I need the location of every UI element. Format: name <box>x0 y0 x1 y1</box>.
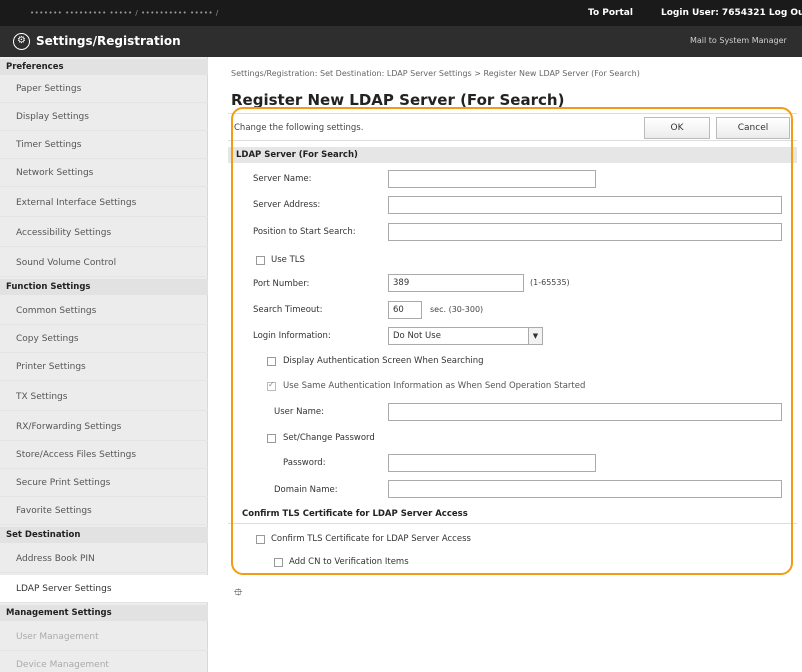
server-address-input[interactable] <box>388 196 782 214</box>
sidebar-item-timer-settings[interactable]: Timer Settings <box>0 131 208 159</box>
set-password-checkbox[interactable] <box>267 434 276 443</box>
use-tls-label: Use TLS <box>271 255 305 265</box>
search-timeout-hint: sec. (30-300) <box>430 305 484 314</box>
chevron-down-icon: ▼ <box>528 328 542 344</box>
cancel-button[interactable]: Cancel <box>716 117 790 139</box>
sidebar-item-paper-settings[interactable]: Paper Settings <box>0 75 208 103</box>
sidebar-item-tx-settings[interactable]: TX Settings <box>0 383 208 411</box>
sidebar-item-address-book-pin[interactable]: Address Book PIN <box>0 545 208 573</box>
password-label: Password: <box>283 458 326 468</box>
user-name-label: User Name: <box>274 407 325 417</box>
sidebar-item-display-settings[interactable]: Display Settings <box>0 103 208 131</box>
server-name-label: Server Name: <box>253 174 312 184</box>
settings-gear-icon: ⚙ <box>13 33 30 50</box>
server-name-input[interactable] <box>388 170 596 188</box>
sidebar-item-accessibility[interactable]: Accessibility Settings <box>0 219 208 247</box>
sidebar-section-function: Function Settings <box>0 279 208 295</box>
sidebar-item-printer-settings[interactable]: Printer Settings <box>0 353 208 381</box>
to-portal-link[interactable]: To Portal <box>588 8 633 18</box>
title-bar: ⚙ Settings/Registration Mail to System M… <box>0 26 802 57</box>
use-tls-checkbox[interactable] <box>256 256 265 265</box>
domain-name-input[interactable] <box>388 480 782 498</box>
sidebar-item-secure-print[interactable]: Secure Print Settings <box>0 469 208 497</box>
login-info-label: Login Information: <box>253 331 331 341</box>
login-info-select[interactable]: Do Not Use ▼ <box>388 327 543 345</box>
server-address-label: Server Address: <box>253 200 321 210</box>
sidebar-item-favorite-settings[interactable]: Favorite Settings <box>0 497 208 525</box>
sidebar-item-external-interface[interactable]: External Interface Settings <box>0 189 208 217</box>
set-password-label: Set/Change Password <box>283 433 375 443</box>
add-cn-label: Add CN to Verification Items <box>289 557 409 567</box>
login-user-logout[interactable]: Login User: 7654321 Log Out <box>661 8 802 18</box>
sidebar: Preferences Paper Settings Display Setti… <box>0 57 208 672</box>
instruction-text: Change the following settings. <box>234 123 364 133</box>
sidebar-item-network-settings[interactable]: Network Settings <box>0 159 208 187</box>
section-divider <box>228 523 797 524</box>
domain-name-label: Domain Name: <box>274 485 338 495</box>
confirm-tls-label: Confirm TLS Certificate for LDAP Server … <box>271 534 471 544</box>
sidebar-item-copy-settings[interactable]: Copy Settings <box>0 325 208 353</box>
use-same-auth-label: Use Same Authentication Information as W… <box>283 381 586 391</box>
sidebar-section-preferences: Preferences <box>0 59 208 75</box>
user-name-input[interactable] <box>388 403 782 421</box>
sidebar-section-management: Management Settings <box>0 605 208 621</box>
top-path: ••••••• ••••••••• ••••• / •••••••••• •••… <box>30 9 219 17</box>
login-info-value: Do Not Use <box>393 331 441 341</box>
action-row: Change the following settings. OK Cancel <box>228 113 797 141</box>
page-title: Register New LDAP Server (For Search) <box>231 91 565 109</box>
section-ldap-server: LDAP Server (For Search) <box>228 147 797 163</box>
port-number-input[interactable] <box>388 274 524 292</box>
port-number-label: Port Number: <box>253 279 310 289</box>
display-auth-label: Display Authentication Screen When Searc… <box>283 356 484 366</box>
add-cn-checkbox[interactable] <box>274 558 283 567</box>
port-number-hint: (1-65535) <box>530 278 570 287</box>
ok-button[interactable]: OK <box>644 117 710 139</box>
app-title: Settings/Registration <box>36 34 181 48</box>
sidebar-section-destination: Set Destination <box>0 527 208 543</box>
search-timeout-input[interactable] <box>388 301 422 319</box>
breadcrumb: Settings/Registration: Set Destination: … <box>231 69 640 78</box>
display-auth-checkbox[interactable] <box>267 357 276 366</box>
sidebar-item-store-access-files[interactable]: Store/Access Files Settings <box>0 441 208 469</box>
mail-system-manager-link[interactable]: Mail to System Manager <box>690 36 787 45</box>
sidebar-item-sound-volume[interactable]: Sound Volume Control <box>0 249 208 277</box>
password-input[interactable] <box>388 454 596 472</box>
confirm-tls-checkbox[interactable] <box>256 535 265 544</box>
sidebar-item-device-management[interactable]: Device Management <box>0 651 208 672</box>
main-content: Settings/Registration: Set Destination: … <box>208 57 802 672</box>
sidebar-item-rx-forwarding[interactable]: RX/Forwarding Settings <box>0 413 208 441</box>
section-confirm-tls: Confirm TLS Certificate for LDAP Server … <box>242 509 468 519</box>
position-label: Position to Start Search: <box>253 227 356 237</box>
use-same-auth-checkbox[interactable] <box>267 380 276 391</box>
sidebar-item-ldap-server[interactable]: LDAP Server Settings <box>0 575 208 603</box>
sidebar-item-user-management[interactable]: User Management <box>0 623 208 651</box>
pin-icon[interactable]: ⯐ <box>234 584 242 603</box>
sidebar-item-common-settings[interactable]: Common Settings <box>0 297 208 325</box>
position-input[interactable] <box>388 223 782 241</box>
search-timeout-label: Search Timeout: <box>253 305 323 315</box>
top-bar: ••••••• ••••••••• ••••• / •••••••••• •••… <box>0 0 802 26</box>
